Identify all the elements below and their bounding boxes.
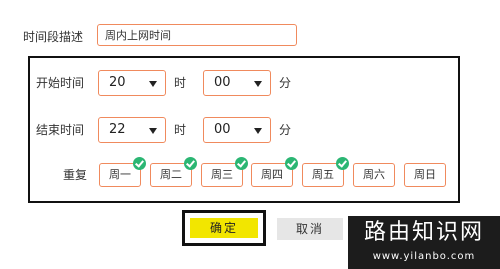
watermark-title: 路由知识网	[363, 220, 484, 245]
checkmark-icon	[133, 157, 146, 170]
watermark-url: www.yilanbo.com	[372, 251, 476, 262]
start-hour-unit: 时	[174, 76, 187, 90]
confirm-highlight: 确定	[182, 210, 266, 246]
end-minute-unit: 分	[279, 123, 292, 137]
chevron-down-icon	[254, 81, 262, 87]
end-time-label: 结束时间	[36, 123, 85, 137]
day-label: 周四	[261, 168, 283, 181]
start-hour-value: 20	[109, 75, 126, 90]
day-label: 周六	[363, 168, 385, 181]
description-label: 时间段描述	[23, 30, 84, 44]
chevron-down-icon	[254, 128, 262, 134]
chevron-down-icon	[149, 81, 157, 87]
start-hour-select[interactable]: 20	[98, 70, 166, 96]
end-minute-value: 00	[214, 122, 231, 137]
description-input[interactable]	[97, 24, 297, 46]
day-button-sat[interactable]: 周六	[353, 163, 395, 187]
repeat-label: 重复	[63, 168, 88, 182]
start-minute-unit: 分	[279, 76, 292, 90]
start-minute-value: 00	[214, 75, 231, 90]
day-label: 周五	[312, 168, 334, 181]
day-button-wed[interactable]: 周三	[201, 157, 248, 187]
cancel-button[interactable]: 取消	[277, 218, 343, 240]
day-button-tue[interactable]: 周二	[150, 157, 197, 187]
end-minute-select[interactable]: 00	[203, 117, 271, 143]
chevron-down-icon	[149, 128, 157, 134]
checkmark-icon	[235, 157, 248, 170]
start-minute-select[interactable]: 00	[203, 70, 271, 96]
day-button-fri[interactable]: 周五	[302, 157, 349, 187]
start-time-label: 开始时间	[36, 76, 85, 90]
end-hour-unit: 时	[174, 123, 187, 137]
checkmark-icon	[285, 157, 298, 170]
day-label: 周日	[414, 168, 436, 181]
day-button-mon[interactable]: 周一	[99, 157, 146, 187]
day-label: 周一	[109, 168, 131, 181]
confirm-button[interactable]: 确定	[190, 218, 258, 238]
day-button-thu[interactable]: 周四	[251, 157, 298, 187]
watermark: 路由知识网 www.yilanbo.com	[348, 216, 500, 269]
end-hour-select[interactable]: 22	[98, 117, 166, 143]
checkmark-icon	[336, 157, 349, 170]
day-label: 周二	[160, 168, 182, 181]
checkmark-icon	[184, 157, 197, 170]
end-hour-value: 22	[109, 122, 126, 137]
day-button-sun[interactable]: 周日	[404, 163, 446, 187]
day-label: 周三	[211, 168, 233, 181]
